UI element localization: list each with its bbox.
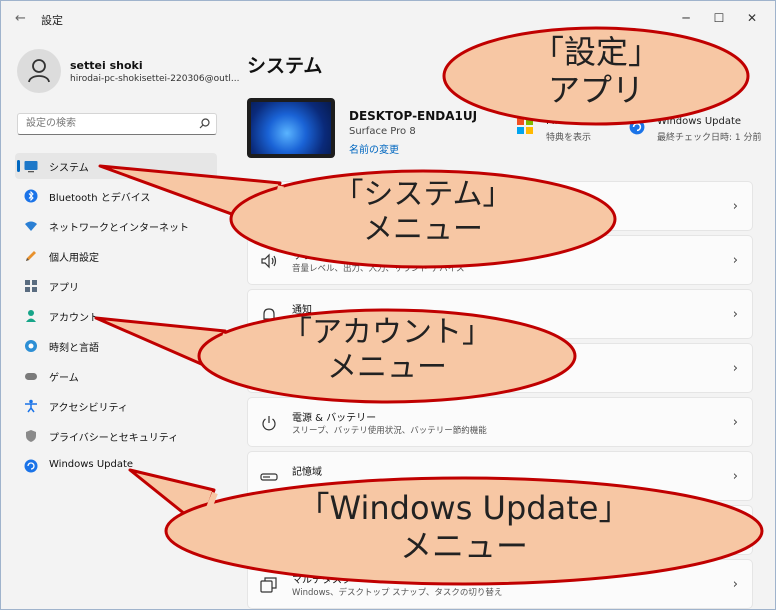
sidebar-item-accounts[interactable]: アカウント <box>15 303 217 329</box>
card-subtitle: Windows、デスクトップ スナップ、タスクの切り替え <box>292 588 503 598</box>
search-box[interactable] <box>17 113 217 135</box>
sidebar-item-label: Windows Update <box>49 459 134 470</box>
multitask-icon <box>260 577 277 593</box>
settings-card-power[interactable]: 電源 & バッテリー スリープ、バッテリ使用状況、バッテリー節約機能 › <box>247 397 753 447</box>
tile-subtitle: 特典を表示 <box>546 133 592 143</box>
sidebar-item-label: プライバシーとセキュリティ <box>49 433 179 444</box>
back-arrow-icon[interactable]: ← <box>15 11 26 26</box>
selection-indicator <box>17 160 20 172</box>
card-title: 電源 & バッテリー <box>292 413 377 424</box>
chevron-right-icon: › <box>732 415 738 430</box>
maximize-button[interactable]: ☐ <box>704 8 734 28</box>
speaker-icon <box>261 253 277 269</box>
globe-clock-icon <box>25 340 37 352</box>
update-icon <box>629 119 645 135</box>
pen-icon <box>26 251 36 261</box>
close-button[interactable]: ✕ <box>737 8 767 28</box>
apps-icon <box>25 280 37 292</box>
sidebar-item-windows-update[interactable]: Windows Update <box>15 453 217 479</box>
sidebar-item-apps[interactable]: アプリ <box>15 273 217 299</box>
callout-label-settings-app: 「設定」 アプリ <box>531 33 660 109</box>
chevron-right-icon: › <box>732 523 738 538</box>
tile-subtitle: 最終チェック日時: 1 分前 <box>657 133 762 143</box>
avatar[interactable] <box>17 49 61 93</box>
accessibility-icon <box>25 399 37 413</box>
chevron-right-icon: › <box>732 577 738 592</box>
card-subtitle: スリープ、バッテリ使用状況、バッテリー節約機能 <box>292 426 487 436</box>
sidebar-item-accessibility[interactable]: アクセシビリティ <box>15 393 217 419</box>
card-title: 通知 <box>292 305 312 316</box>
power-icon <box>262 416 276 431</box>
page-title: システム <box>247 55 323 77</box>
sidebar-item-privacy-security[interactable]: プライバシーとセキュリティ <box>15 423 217 449</box>
monitor-icon <box>24 161 38 173</box>
sidebar-item-system[interactable]: システム <box>15 153 217 179</box>
title-bar: ← 設定 ─ ☐ ✕ <box>1 1 775 35</box>
window-title: 設定 <box>41 14 63 27</box>
person-icon <box>28 59 50 83</box>
sidebar-item-time-language[interactable]: 時刻と言語 <box>15 333 217 359</box>
tile-label: Microsoft 365 <box>546 116 614 127</box>
wifi-icon <box>25 221 37 231</box>
tile-label: Windows Update <box>657 116 742 127</box>
chevron-right-icon: › <box>732 199 738 214</box>
card-subtitle: 音量レベル、出力、入力、サウンド デバイス <box>292 264 465 274</box>
sidebar-item-label: アプリ <box>49 283 79 294</box>
card-title: サウンド <box>292 251 332 262</box>
sidebar-item-label: ゲーム <box>49 373 79 384</box>
sidebar-item-label: ネットワークとインターネット <box>49 223 189 234</box>
rename-link[interactable]: 名前の変更 <box>349 141 399 156</box>
bluetooth-icon <box>24 189 38 203</box>
sidebar-item-label: システム <box>49 163 89 174</box>
device-image <box>247 98 335 158</box>
minimize-button[interactable]: ─ <box>671 8 701 28</box>
card-title: マルチタスク <box>292 575 352 586</box>
chevron-right-icon: › <box>732 307 738 322</box>
profile-email: hirodai-pc-shokisettei-220306@outl... <box>70 74 240 84</box>
sidebar-item-label: Bluetooth とデバイス <box>49 193 151 204</box>
callout-label-windows-update-menu: 「Windows Update」 メニュー <box>297 489 631 565</box>
card-title: 記憶域 <box>292 467 322 478</box>
sidebar-item-label: アカウント <box>49 313 99 324</box>
sidebar-item-gaming[interactable]: ゲーム <box>15 363 217 389</box>
chevron-right-icon: › <box>732 361 738 376</box>
sidebar-item-personalization[interactable]: 個人用設定 <box>15 243 217 269</box>
search-input[interactable] <box>24 117 198 130</box>
gamepad-icon <box>25 373 37 380</box>
sidebar-item-bluetooth[interactable]: Bluetooth とデバイス <box>15 183 217 209</box>
profile-name: settei shoki <box>70 59 143 72</box>
update-icon <box>24 459 38 473</box>
account-icon <box>26 310 36 322</box>
sidebar-item-network[interactable]: ネットワークとインターネット <box>15 213 217 239</box>
sidebar-item-label: アクセシビリティ <box>49 403 128 414</box>
settings-card-multitasking[interactable]: マルチタスク Windows、デスクトップ スナップ、タスクの切り替え › <box>247 559 753 609</box>
chevron-right-icon: › <box>732 253 738 268</box>
chevron-right-icon: › <box>732 469 738 484</box>
storage-icon <box>260 473 278 481</box>
shield-icon <box>26 430 36 442</box>
device-model: Surface Pro 8 <box>349 126 416 137</box>
callout-label-system-menu: 「システム」 メニュー <box>333 177 513 248</box>
device-name: DESKTOP-ENDA1UJ <box>349 109 478 123</box>
callout-label-account-menu: 「アカウント」 メニュー <box>282 315 492 386</box>
search-icon[interactable] <box>199 118 210 129</box>
microsoft-logo-icon <box>517 118 533 134</box>
sidebar-item-label: 個人用設定 <box>49 253 99 264</box>
sidebar-item-label: 時刻と言語 <box>49 343 99 354</box>
